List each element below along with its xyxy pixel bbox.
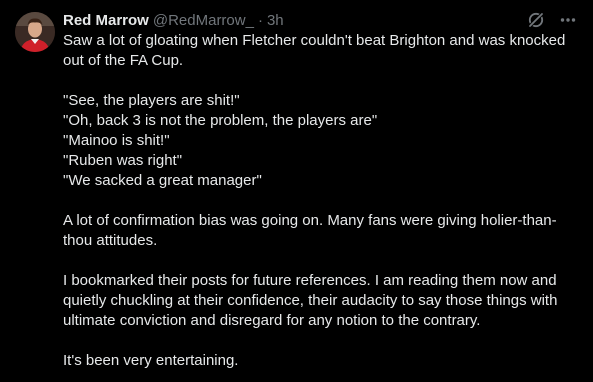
- text-line: "See, the players are shit!": [63, 92, 240, 109]
- text-line: "Mainoo is shit!": [63, 132, 170, 149]
- text-line: out of the FA Cup.: [63, 52, 184, 69]
- separator-dot: ·: [257, 11, 263, 29]
- tweet-text: Saw a lot of gloating when Fletcher coul…: [63, 31, 583, 371]
- text-line: quietly chuckling at their confidence, t…: [63, 292, 558, 309]
- grok-icon: [528, 12, 544, 28]
- more-options-button[interactable]: [557, 9, 579, 31]
- text-line: "Ruben was right": [63, 152, 183, 169]
- tweet-actions: [525, 9, 579, 31]
- tweet[interactable]: Red Marrow @RedMarrow_ · 3h Saw a lot of…: [0, 0, 593, 382]
- text-line: I bookmarked their posts for future refe…: [63, 272, 557, 289]
- text-line: "We sacked a great manager": [63, 172, 262, 189]
- more-options-icon: [560, 18, 576, 22]
- author-handle[interactable]: @RedMarrow_: [153, 12, 254, 29]
- grok-button[interactable]: [525, 9, 547, 31]
- author-display-name[interactable]: Red Marrow: [63, 12, 149, 29]
- text-line: It's been very entertaining.: [63, 352, 239, 369]
- avatar[interactable]: [15, 12, 55, 52]
- text-line: A lot of confirmation bias was going on.…: [63, 212, 557, 229]
- timestamp[interactable]: 3h: [267, 12, 284, 29]
- avatar-image: [15, 12, 55, 52]
- text-line: Saw a lot of gloating when Fletcher coul…: [63, 32, 566, 49]
- text-line: thou attitudes.: [63, 232, 158, 249]
- text-line: ultimate conviction and disregard for an…: [63, 312, 481, 329]
- tweet-header: Red Marrow @RedMarrow_ · 3h: [63, 10, 284, 30]
- text-line: "Oh, back 3 is not the problem, the play…: [63, 112, 378, 129]
